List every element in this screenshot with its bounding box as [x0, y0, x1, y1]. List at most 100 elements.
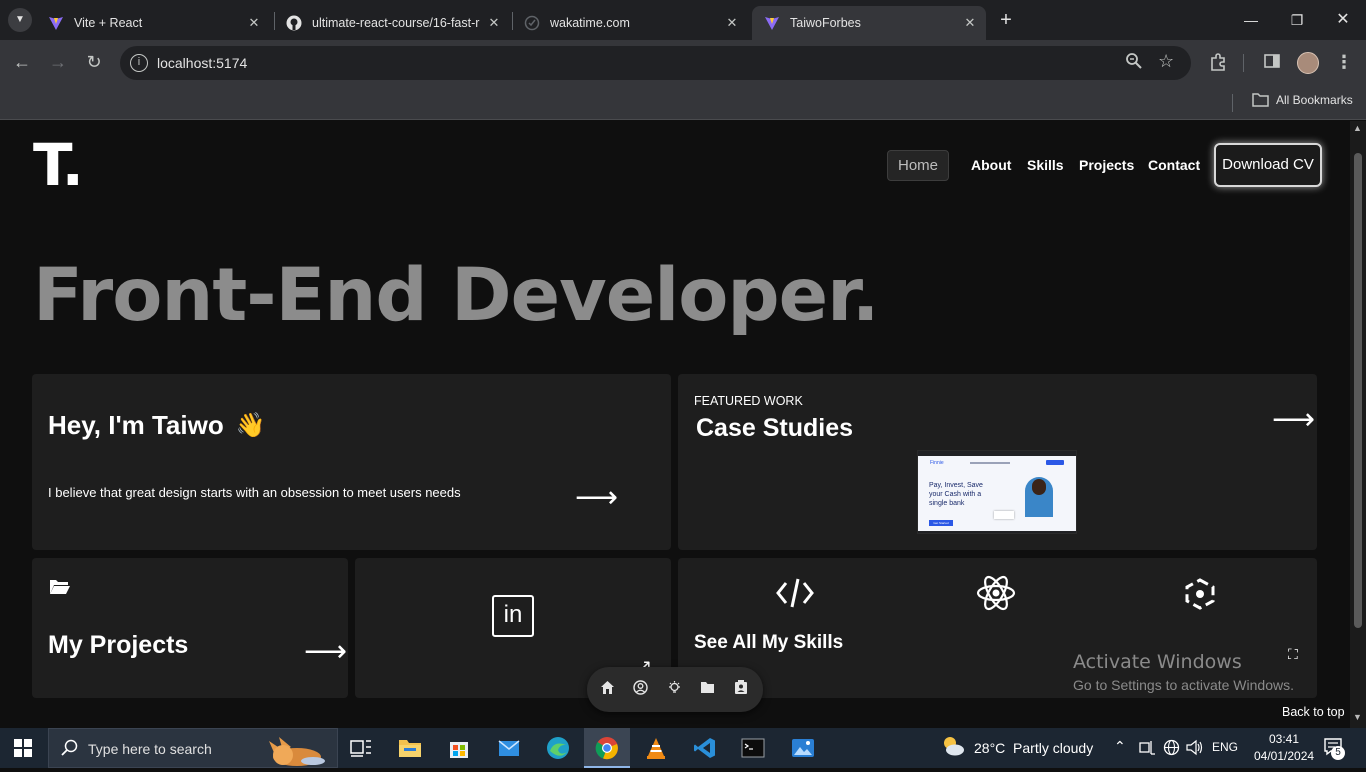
weather-text: 28°C Partly cloudy [974, 740, 1094, 756]
preview-headline: Pay, Invest, Save your Cash with a singl… [929, 482, 983, 507]
react-icon [976, 574, 1016, 617]
notification-count-badge: 5 [1331, 746, 1345, 760]
globe-icon[interactable] [1163, 739, 1180, 761]
case-studies-title: Case Studies [696, 414, 854, 442]
close-icon: ✕ [1336, 11, 1350, 28]
close-icon[interactable]: ✕ [244, 15, 264, 31]
new-tab-button[interactable]: + [994, 8, 1018, 32]
microsoft-store-icon[interactable] [447, 736, 471, 760]
case-study-preview-image[interactable]: Finnie Pay, Invest, Save your Cash with … [917, 450, 1077, 534]
scrollbar-thumb[interactable] [1354, 153, 1362, 628]
web-page: T. Home About Skills Projects Contact Do… [0, 121, 1350, 728]
browser-tab[interactable]: wakatime.com ✕ [512, 6, 748, 40]
floating-dock [587, 667, 763, 712]
minimize-icon: — [1244, 12, 1258, 28]
tab-search-button[interactable]: ▼ [8, 8, 32, 32]
windows-start-icon[interactable] [14, 739, 32, 762]
task-view-icon[interactable] [349, 736, 373, 760]
clock[interactable]: 03:41 04/01/2024 [1254, 731, 1314, 765]
user-circle-icon[interactable] [633, 680, 648, 700]
plus-icon: + [1000, 9, 1012, 31]
window-close-button[interactable]: ✕ [1320, 6, 1366, 34]
forward-arrow-icon[interactable]: → [46, 52, 70, 73]
edge-icon[interactable] [546, 736, 570, 760]
browser-tab[interactable]: ultimate-react-course/16-fast-r ✕ [274, 6, 510, 40]
minimize-button[interactable]: — [1228, 6, 1274, 34]
projects-title: My Projects [48, 631, 189, 659]
vscode-icon[interactable] [693, 736, 717, 760]
search-icon [61, 739, 79, 762]
clock-time: 03:41 [1268, 732, 1300, 746]
address-bar[interactable]: i localhost:5174 ☆ [120, 46, 1191, 80]
bookmark-star-icon[interactable]: ☆ [1158, 51, 1174, 72]
terminal-icon[interactable] [741, 736, 765, 760]
featured-work-card[interactable]: FEATURED WORK Case Studies ⟶ Finnie Pay,… [678, 374, 1317, 550]
waving-hand-icon: 👋 [235, 412, 266, 439]
reload-icon[interactable]: ↻ [82, 52, 106, 73]
side-panel-icon[interactable] [1260, 53, 1284, 74]
browser-tab-active[interactable]: TaiwoForbes ✕ [752, 6, 986, 40]
nav-home[interactable]: Home [887, 150, 949, 181]
input-language[interactable]: ENG [1212, 740, 1238, 754]
browser-toolbar: ← → ↻ i localhost:5174 ☆ ⋮ [0, 40, 1366, 86]
download-cv-button[interactable]: Download CV [1214, 143, 1322, 187]
projects-card[interactable]: My Projects ⟶ [32, 558, 348, 698]
all-bookmarks-button[interactable]: All Bookmarks [1252, 93, 1353, 107]
folder-icon [1252, 93, 1269, 107]
bookmarks-bar: All Bookmarks [0, 86, 1366, 120]
home-icon[interactable] [600, 680, 615, 700]
extensions-icon[interactable] [1206, 53, 1230, 76]
scroll-up-arrow-icon[interactable]: ▲ [1353, 123, 1362, 133]
network-icon[interactable] [1139, 740, 1156, 760]
scroll-down-arrow-icon[interactable]: ▼ [1353, 712, 1362, 722]
windows-taskbar: Type here to search 28°C Partly cloudy ⌃… [0, 728, 1366, 768]
arrow-right-icon[interactable]: ⟶ [1272, 402, 1315, 437]
profile-avatar[interactable] [1297, 52, 1319, 74]
greeting-heading: Hey, I'm Taiwo [48, 410, 224, 440]
notifications-button[interactable]: 5 [1324, 738, 1345, 761]
nav-projects[interactable]: Projects [1079, 157, 1134, 173]
folder-icon[interactable] [700, 681, 715, 699]
nav-skills[interactable]: Skills [1027, 157, 1064, 173]
intro-tagline: I believe that great design starts with … [48, 485, 461, 500]
show-hidden-icons-icon[interactable]: ⌃ [1114, 738, 1126, 755]
menu-kebab-icon[interactable]: ⋮ [1332, 52, 1356, 73]
back-to-top-link[interactable]: Back to top [1282, 705, 1345, 719]
hero-title: Front-End Developer. [33, 253, 879, 338]
volume-icon[interactable] [1186, 739, 1204, 761]
site-info-icon[interactable]: i [130, 54, 148, 72]
intro-card[interactable]: Hey, I'm Taiwo 👋 I believe that great de… [32, 374, 671, 550]
back-arrow-icon[interactable]: ← [10, 52, 34, 73]
arrow-right-icon[interactable]: ⟶ [575, 480, 618, 515]
close-icon[interactable]: ✕ [960, 15, 980, 31]
partly-cloudy-icon [940, 735, 966, 762]
featured-eyebrow: FEATURED WORK [694, 394, 803, 408]
browser-tab[interactable]: Vite + React ✕ [36, 6, 270, 40]
chrome-taskbar-button[interactable] [584, 728, 630, 768]
arrow-right-icon[interactable]: ⟶ [304, 634, 347, 669]
taskbar-search-box[interactable]: Type here to search [48, 728, 338, 768]
github-icon [286, 15, 302, 31]
fox-illustration-icon [261, 731, 325, 767]
lightbulb-icon[interactable] [667, 680, 682, 700]
weather-widget[interactable]: 28°C Partly cloudy [940, 728, 1093, 768]
vlc-icon[interactable] [644, 736, 668, 760]
nav-about[interactable]: About [971, 157, 1011, 173]
file-explorer-icon[interactable] [398, 736, 422, 760]
site-logo[interactable]: T. [33, 131, 84, 199]
zoom-icon[interactable] [1125, 52, 1143, 75]
contact-card-icon[interactable] [734, 680, 748, 700]
close-icon[interactable]: ✕ [722, 15, 742, 31]
vite-icon [48, 15, 64, 31]
url-text[interactable]: localhost:5174 [157, 55, 247, 71]
nav-contact[interactable]: Contact [1148, 157, 1200, 173]
tab-title: ultimate-react-course/16-fast-r [312, 16, 480, 30]
mail-icon[interactable] [497, 736, 521, 760]
folder-open-icon [49, 578, 71, 600]
expand-icon[interactable]: ⛶ [1288, 646, 1298, 663]
restore-button[interactable]: ❐ [1274, 6, 1320, 34]
photos-icon[interactable] [791, 736, 815, 760]
preview-brand: Finnie [930, 460, 944, 466]
close-icon[interactable]: ✕ [484, 15, 504, 31]
page-scrollbar[interactable]: ▲ ▼ [1350, 121, 1366, 728]
